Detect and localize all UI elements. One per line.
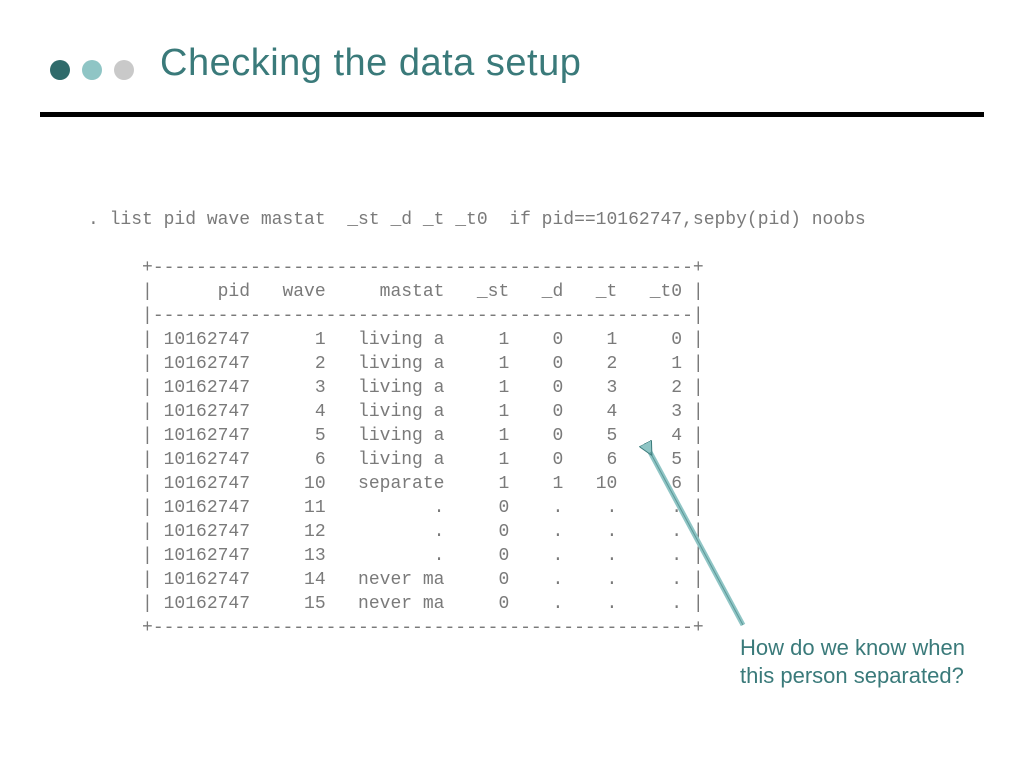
- annotation-line: How do we know when: [740, 635, 965, 660]
- table-row: | 10162747 10 separate 1 1 10 6 |: [142, 474, 704, 494]
- slide: Checking the data setup . list pid wave …: [0, 0, 1024, 768]
- bullet-icon: [50, 60, 70, 80]
- stata-output: . list pid wave mastat _st _d _t _t0 if …: [88, 208, 866, 640]
- table-row: | 10162747 4 living a 1 0 4 3 |: [142, 402, 704, 422]
- bullet-icon: [114, 60, 134, 80]
- annotation-text: How do we know when this person separate…: [740, 634, 965, 690]
- table-row: | 10162747 13 . 0 . . . |: [142, 546, 704, 566]
- title-bullets: [50, 60, 134, 80]
- table-row: | 10162747 5 living a 1 0 5 4 |: [142, 426, 704, 446]
- table-row: | 10162747 3 living a 1 0 3 2 |: [142, 378, 704, 398]
- command-line: . list pid wave mastat _st _d _t _t0 if …: [88, 210, 866, 230]
- bullet-icon: [82, 60, 102, 80]
- table-row: | 10162747 2 living a 1 0 2 1 |: [142, 354, 704, 374]
- page-title: Checking the data setup: [160, 42, 581, 85]
- table-row: | 10162747 1 living a 1 0 1 0 |: [142, 330, 704, 350]
- horizontal-rule: [40, 112, 984, 117]
- table-border: +---------------------------------------…: [142, 618, 704, 638]
- annotation-line: this person separated?: [740, 663, 964, 688]
- table-row: | 10162747 12 . 0 . . . |: [142, 522, 704, 542]
- table-border: +---------------------------------------…: [142, 258, 704, 278]
- table-row: | 10162747 6 living a 1 0 6 5 |: [142, 450, 704, 470]
- table-header-sep: |---------------------------------------…: [142, 306, 704, 326]
- table-row: | 10162747 15 never ma 0 . . . |: [142, 594, 704, 614]
- table-row: | 10162747 14 never ma 0 . . . |: [142, 570, 704, 590]
- table-header: | pid wave mastat _st _d _t _t0 |: [142, 282, 704, 302]
- table-row: | 10162747 11 . 0 . . . |: [142, 498, 704, 518]
